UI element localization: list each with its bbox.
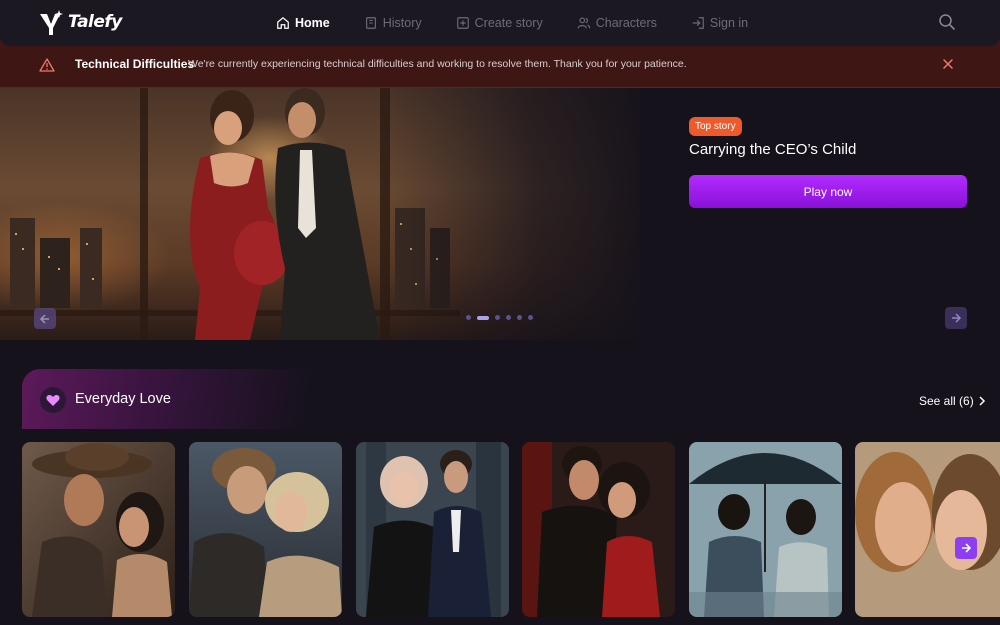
story-card-red-dress[interactable] bbox=[522, 442, 675, 617]
hero-next-button[interactable] bbox=[945, 307, 967, 329]
story-card-image bbox=[189, 442, 342, 617]
nav-home[interactable]: Home bbox=[276, 16, 330, 30]
hero-prev-button[interactable] bbox=[34, 308, 56, 329]
nav-links: Home History Create story Characters Sig… bbox=[276, 0, 782, 46]
story-card-cowboy[interactable] bbox=[22, 442, 175, 617]
play-now-button[interactable]: Play now bbox=[689, 175, 967, 208]
story-card-image bbox=[689, 442, 842, 617]
nav-home-label: Home bbox=[295, 16, 330, 30]
close-icon[interactable] bbox=[942, 58, 954, 70]
alert-title: Technical Difficulties bbox=[75, 57, 195, 71]
warning-icon bbox=[39, 58, 55, 72]
nav-create-story-label: Create story bbox=[474, 16, 543, 30]
story-card-image bbox=[522, 442, 675, 617]
technical-difficulties-banner: Technical Difficulties We're currently e… bbox=[0, 40, 1000, 88]
hero-story-title[interactable]: Carrying the CEO’s Child bbox=[689, 141, 856, 158]
chevron-right-icon bbox=[979, 396, 985, 406]
hero-gradient bbox=[380, 88, 660, 340]
create-story-icon bbox=[456, 17, 469, 29]
top-story-badge: Top story bbox=[689, 117, 742, 136]
search-icon[interactable] bbox=[938, 13, 956, 31]
story-card-image bbox=[356, 442, 509, 617]
section-icon bbox=[40, 387, 66, 413]
carousel-dot[interactable] bbox=[495, 315, 500, 320]
see-all-link[interactable]: See all (6) bbox=[919, 394, 986, 408]
story-card-image bbox=[855, 442, 1000, 617]
arrow-right-icon bbox=[962, 543, 972, 553]
talefy-logo-icon bbox=[40, 10, 63, 35]
carousel-dot[interactable] bbox=[466, 315, 471, 320]
story-card-kiss[interactable] bbox=[855, 442, 1000, 617]
nav-history-label: History bbox=[382, 16, 422, 30]
sign-in-icon bbox=[692, 17, 704, 29]
nav-sign-in[interactable]: Sign in bbox=[691, 16, 748, 30]
nav-sign-in-label: Sign in bbox=[709, 16, 749, 30]
characters-icon bbox=[577, 17, 590, 29]
story-card-image bbox=[22, 442, 175, 617]
alert-message: We're currently experiencing technical d… bbox=[188, 58, 687, 70]
see-all-label: See all (6) bbox=[919, 394, 974, 408]
arrow-left-icon bbox=[39, 313, 49, 324]
nav-history[interactable]: History bbox=[364, 16, 422, 30]
story-card-embrace[interactable] bbox=[189, 442, 342, 617]
carousel-dot[interactable] bbox=[517, 315, 522, 320]
home-icon bbox=[277, 16, 289, 29]
carousel-dot[interactable] bbox=[528, 315, 533, 320]
brand-logo[interactable]: Talefy bbox=[38, 8, 122, 36]
top-nav: Talefy Home History Create story Charact… bbox=[0, 0, 1000, 46]
carousel-dot-active[interactable] bbox=[477, 315, 489, 320]
carousel-dot[interactable] bbox=[506, 315, 511, 320]
nav-create-story[interactable]: Create story bbox=[456, 16, 543, 30]
brand-name: Talefy bbox=[68, 12, 122, 32]
arrow-right-icon bbox=[952, 313, 962, 323]
story-card-couple-city[interactable] bbox=[356, 442, 509, 617]
history-icon bbox=[365, 17, 376, 29]
nav-characters-label: Characters bbox=[595, 16, 657, 30]
carousel-dots bbox=[466, 315, 533, 320]
heart-icon bbox=[46, 394, 60, 406]
cards-next-button[interactable] bbox=[955, 537, 977, 559]
hero-carousel bbox=[0, 88, 1000, 340]
nav-characters[interactable]: Characters bbox=[577, 16, 657, 30]
story-card-umbrella[interactable] bbox=[689, 442, 842, 617]
section-title: Everyday Love bbox=[75, 391, 171, 407]
